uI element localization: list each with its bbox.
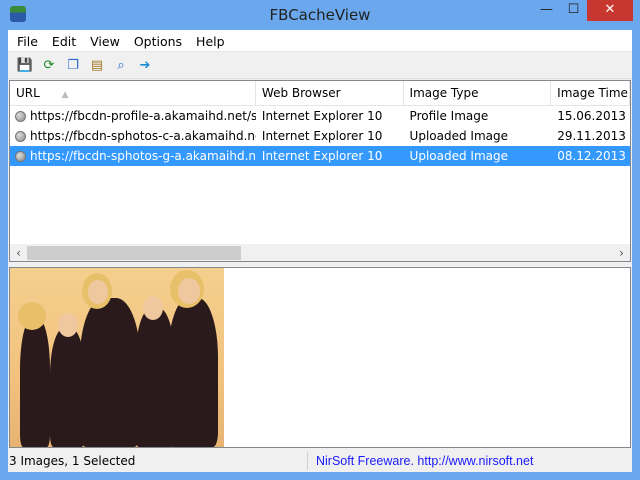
cell-browser: Internet Explorer 10: [261, 129, 383, 143]
cell-url: https://fbcdn-sphotos-g-a.akamaihd.net..…: [10, 149, 256, 163]
cell-time: 29.11.2013 19: [557, 129, 630, 143]
status-bar: 3 Images, 1 Selected NirSoft Freeware. h…: [8, 449, 632, 472]
item-icon: [15, 130, 26, 142]
menu-help[interactable]: Help: [189, 30, 232, 51]
properties-icon[interactable]: ▤: [88, 56, 106, 74]
scrollbar-thumb[interactable]: [27, 246, 241, 260]
client-area: File Edit View Options Help 💾 ⟳ ❐ ▤ ⌕ ➔ URL ▲…: [8, 30, 632, 472]
refresh-icon[interactable]: ⟳: [40, 56, 58, 74]
table-row[interactable]: https://fbcdn-profile-a.akamaihd.net/sta…: [10, 106, 630, 126]
toolbar: 💾 ⟳ ❐ ▤ ⌕ ➔: [8, 52, 632, 79]
menu-edit[interactable]: Edit: [45, 30, 83, 51]
preview-photo: [10, 268, 224, 447]
scroll-left-icon[interactable]: ‹: [10, 246, 27, 260]
table-row[interactable]: https://fbcdn-sphotos-g-a.akamaihd.net..…: [10, 146, 630, 166]
horizontal-scrollbar[interactable]: ‹ ›: [10, 244, 630, 261]
cell-time: 08.12.2013 3:: [557, 149, 630, 163]
list-header: URL ▲ Web Browser Image Type Image Time: [10, 81, 630, 106]
minimize-button[interactable]: —: [533, 0, 560, 21]
column-url[interactable]: URL ▲: [10, 81, 256, 105]
title-bar: FBCacheView — ☐ ✕: [0, 0, 640, 30]
column-image-time[interactable]: Image Time: [551, 81, 630, 105]
cell-type: Profile Image: [409, 109, 489, 123]
cell-time: 15.06.2013 4:: [557, 109, 630, 123]
column-web-browser[interactable]: Web Browser: [256, 81, 404, 105]
cell-type: Uploaded Image: [409, 149, 508, 163]
column-image-type[interactable]: Image Type: [404, 81, 552, 105]
table-row[interactable]: https://fbcdn-sphotos-c-a.akamaihd.net..…: [10, 126, 630, 146]
sort-arrow-icon: ▲: [61, 90, 69, 100]
menu-bar: File Edit View Options Help: [8, 30, 632, 52]
copy-icon[interactable]: ❐: [64, 56, 82, 74]
scroll-right-icon[interactable]: ›: [613, 246, 630, 260]
find-icon[interactable]: ⌕: [112, 56, 130, 74]
nirsoft-link[interactable]: NirSoft Freeware. http://www.nirsoft.net: [308, 454, 533, 468]
cell-type: Uploaded Image: [409, 129, 508, 143]
item-icon: [15, 150, 26, 162]
image-preview: [9, 267, 631, 448]
maximize-button[interactable]: ☐: [560, 0, 587, 21]
cell-browser: Internet Explorer 10: [261, 149, 383, 163]
image-list[interactable]: URL ▲ Web Browser Image Type Image Time …: [9, 80, 631, 262]
save-icon[interactable]: 💾: [16, 56, 34, 74]
menu-file[interactable]: File: [10, 30, 45, 51]
close-button[interactable]: ✕: [587, 0, 633, 21]
status-count: 3 Images, 1 Selected: [8, 451, 308, 470]
menu-options[interactable]: Options: [127, 30, 189, 51]
exit-icon[interactable]: ➔: [136, 56, 154, 74]
menu-view[interactable]: View: [83, 30, 127, 51]
cell-url: https://fbcdn-sphotos-c-a.akamaihd.net..…: [10, 129, 256, 143]
cell-url: https://fbcdn-profile-a.akamaihd.net/sta…: [10, 109, 256, 123]
item-icon: [15, 110, 26, 122]
cell-browser: Internet Explorer 10: [261, 109, 383, 123]
